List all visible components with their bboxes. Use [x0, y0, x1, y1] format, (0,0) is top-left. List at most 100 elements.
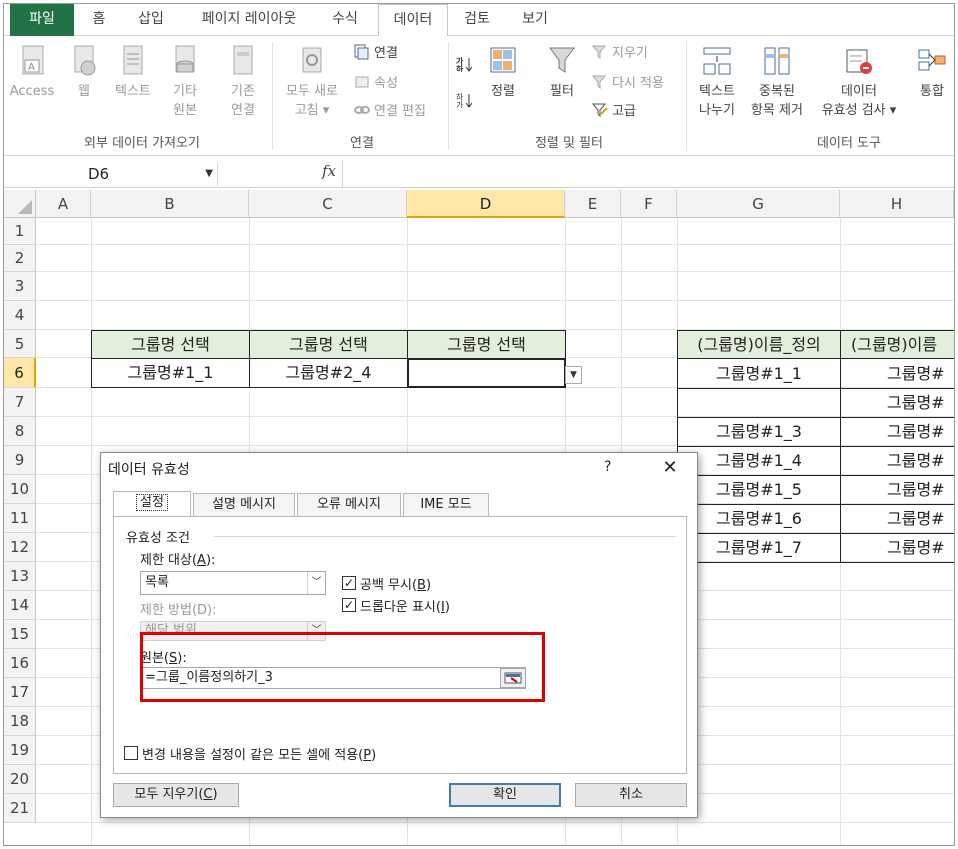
cell-h-list[interactable]: 그룹명# — [840, 417, 954, 447]
allow-select[interactable]: 목록 ﹀ — [140, 571, 326, 595]
cell-h-list[interactable]: 그룹명# — [840, 533, 954, 563]
group-separator — [272, 42, 273, 150]
column-header-b[interactable]: B — [91, 190, 249, 218]
sort-button[interactable]: 정렬 — [482, 44, 524, 101]
ok-button[interactable]: 확인 — [449, 783, 561, 807]
data-validation-button[interactable]: 데이터 유효성 검사 ▾ — [812, 44, 906, 120]
row-header[interactable]: 8 — [4, 417, 36, 446]
tab-review[interactable]: 검토 — [454, 4, 500, 36]
row-header[interactable]: 20 — [4, 765, 36, 794]
cell-c5[interactable]: 그룹명 선택 — [249, 330, 408, 359]
tab-ime-mode[interactable]: IME 모드 — [403, 493, 489, 517]
column-header-f[interactable]: F — [621, 190, 677, 218]
cell-c6[interactable]: 그룹명#2_4 — [249, 358, 408, 388]
cell-h-list[interactable]: 그룹명# — [840, 358, 954, 389]
tab-view[interactable]: 보기 — [512, 4, 558, 36]
cell-g-list[interactable]: 그룹명#1_3 — [677, 417, 841, 447]
row-header[interactable]: 4 — [4, 301, 36, 330]
in-cell-dropdown-checkbox[interactable]: ✓ — [342, 598, 356, 612]
formula-bar: D6 ▼ fx — [4, 160, 954, 188]
cell-g-list[interactable]: 그룹명#1_7 — [677, 533, 841, 563]
row-header[interactable]: 6 — [4, 358, 36, 388]
cell-h-list[interactable]: 그룹명# — [840, 446, 954, 476]
tab-file[interactable]: 파일 — [10, 4, 74, 36]
column-header-c[interactable]: C — [249, 190, 407, 218]
tab-data[interactable]: 데이터 — [378, 4, 448, 37]
cell-b5[interactable]: 그룹명 선택 — [91, 330, 250, 359]
tab-formulas[interactable]: 수식 — [322, 4, 368, 36]
cell-h-list[interactable]: 그룹명# — [840, 388, 954, 418]
cell-h-list[interactable]: 그룹명# — [840, 475, 954, 505]
row-header[interactable]: 18 — [4, 707, 36, 736]
select-all-corner[interactable] — [4, 190, 36, 218]
column-header-g[interactable]: G — [677, 190, 840, 218]
help-button[interactable]: ? — [604, 459, 611, 475]
cell-g-list[interactable]: 그룹명#1_4 — [677, 446, 841, 476]
column-header-h[interactable]: H — [840, 190, 954, 218]
cell-g-list[interactable] — [677, 388, 841, 418]
cell-h5[interactable]: (그룹명)이름 — [840, 330, 954, 359]
column-header-d[interactable]: D — [407, 190, 565, 218]
name-box[interactable]: D6 ▼ — [10, 162, 218, 186]
filter-button[interactable]: 필터 — [540, 44, 584, 101]
clear-all-button[interactable]: 모두 지우기(C) — [113, 783, 239, 807]
properties-button[interactable]: 속성 — [354, 74, 398, 94]
tab-page-layout[interactable]: 페이지 레이아웃 — [188, 4, 310, 36]
web-button[interactable]: 웹 — [66, 44, 102, 101]
column-header-e[interactable]: E — [565, 190, 621, 218]
close-icon[interactable]: ✕ — [657, 455, 683, 481]
clear-filter-button[interactable]: 지우기 — [592, 44, 648, 64]
row-header[interactable]: 19 — [4, 736, 36, 765]
link-icon — [354, 106, 370, 114]
row-header[interactable]: 2 — [4, 245, 36, 272]
cell-d5[interactable]: 그룹명 선택 — [407, 330, 566, 359]
row-header[interactable]: 9 — [4, 446, 36, 475]
row-header[interactable]: 14 — [4, 591, 36, 620]
tab-settings[interactable]: 설정 — [113, 491, 191, 517]
connections-button[interactable]: 연결 — [354, 44, 398, 64]
text-file-button[interactable]: 텍스트 — [108, 44, 158, 101]
access-button[interactable]: A Access — [6, 44, 58, 101]
row-header[interactable]: 3 — [4, 272, 36, 301]
tab-input-message[interactable]: 설명 메시지 — [193, 493, 295, 517]
tab-home[interactable]: 홈 — [84, 4, 114, 36]
apply-all-checkbox[interactable] — [124, 746, 138, 760]
other-sources-button[interactable]: 기타 원본 — [162, 44, 208, 120]
cell-g-list[interactable]: 그룹명#1_5 — [677, 475, 841, 505]
row-header[interactable]: 17 — [4, 678, 36, 707]
row-header[interactable]: 10 — [4, 475, 36, 504]
remove-duplicates-button[interactable]: 중복된 항목 제거 — [748, 44, 806, 120]
column-header-a[interactable]: A — [36, 190, 91, 218]
row-header[interactable]: 7 — [4, 388, 36, 417]
svg-text:A: A — [28, 62, 35, 73]
sort-desc-button[interactable]: 하가 — [456, 92, 476, 112]
existing-connections-button[interactable]: 기존 연결 — [218, 44, 268, 120]
cell-g-list[interactable]: 그룹명#1_1 — [677, 358, 841, 389]
function-icon[interactable]: fx — [322, 162, 336, 180]
row-header[interactable]: 16 — [4, 649, 36, 678]
row-header[interactable]: 21 — [4, 794, 36, 823]
tab-error-alert[interactable]: 오류 메시지 — [297, 493, 401, 517]
edit-links-button[interactable]: 연결 편집 — [354, 102, 426, 122]
reapply-button[interactable]: 다시 적용 — [592, 74, 664, 94]
cell-g5[interactable]: (그룹명)이름_정의 — [677, 330, 841, 359]
row-header[interactable]: 1 — [4, 218, 36, 245]
advanced-filter-button[interactable]: 고급 — [592, 102, 636, 122]
cell-b6[interactable]: 그룹명#1_1 — [91, 358, 250, 388]
cell-dropdown-arrow-icon[interactable]: ▼ — [565, 366, 582, 384]
row-header[interactable]: 11 — [4, 504, 36, 533]
row-header[interactable]: 13 — [4, 562, 36, 591]
cell-h-list[interactable]: 그룹명# — [840, 504, 954, 534]
cell-g-list[interactable]: 그룹명#1_6 — [677, 504, 841, 534]
cancel-button[interactable]: 취소 — [575, 783, 687, 807]
cell-d6-active[interactable] — [407, 358, 566, 388]
text-to-columns-button[interactable]: 텍스트 나누기 — [692, 44, 742, 120]
row-header[interactable]: 12 — [4, 533, 36, 562]
refresh-all-button[interactable]: 모두 새로 고침 ▾ — [276, 44, 348, 120]
consolidate-button[interactable]: 통합 — [910, 44, 954, 101]
row-header[interactable]: 5 — [4, 330, 36, 358]
ignore-blank-checkbox[interactable]: ✓ — [342, 576, 356, 590]
sort-asc-button[interactable]: 가하 — [456, 56, 476, 76]
row-header[interactable]: 15 — [4, 620, 36, 649]
tab-insert[interactable]: 삽입 — [128, 4, 174, 36]
